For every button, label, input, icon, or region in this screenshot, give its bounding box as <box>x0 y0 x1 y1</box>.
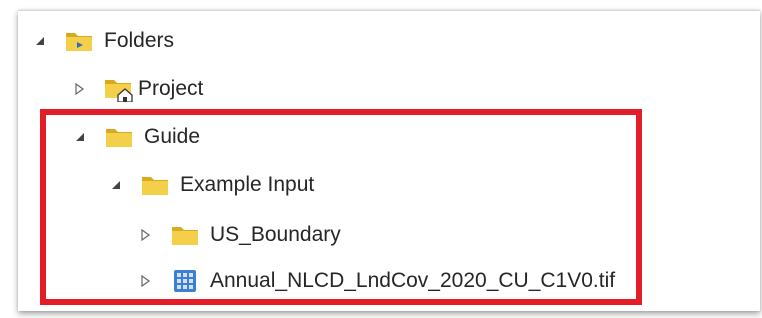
raster-grid-icon <box>170 268 200 294</box>
expanded-arrow-icon[interactable] <box>30 31 50 51</box>
tree-item-project[interactable]: Project <box>70 69 203 109</box>
collapsed-arrow-icon[interactable] <box>136 271 156 291</box>
tree-item-label: Folders <box>104 29 175 52</box>
tree-item-folders[interactable]: Folders <box>30 21 174 61</box>
tree-item-label: Example Input <box>180 173 315 196</box>
collapsed-arrow-icon[interactable] <box>136 225 156 245</box>
folder-icon <box>104 124 134 150</box>
folder-icon <box>64 28 94 54</box>
tree-item-guide[interactable]: Guide <box>70 117 200 157</box>
expanded-arrow-icon[interactable] <box>70 127 90 147</box>
tree-item-label: Annual_NLCD_LndCov_2020_CU_C1V0.tif <box>210 269 616 292</box>
expanded-arrow-icon[interactable] <box>106 175 126 195</box>
folder-icon <box>170 222 200 248</box>
tree-item-label: Guide <box>144 125 201 148</box>
folder-icon <box>140 172 170 198</box>
tree-item-label: Project <box>138 77 204 100</box>
catalog-tree-panel: Folders Project Guide Example Input US_B… <box>18 10 760 311</box>
tree-item-label: US_Boundary <box>210 223 341 246</box>
tree-item-example-input[interactable]: Example Input <box>106 165 314 205</box>
tree-item-us-boundary[interactable]: US_Boundary <box>136 215 341 255</box>
collapsed-arrow-icon[interactable] <box>70 79 90 99</box>
home-folder-icon <box>104 76 134 102</box>
tree-item-raster[interactable]: Annual_NLCD_LndCov_2020_CU_C1V0.tif <box>136 261 615 301</box>
